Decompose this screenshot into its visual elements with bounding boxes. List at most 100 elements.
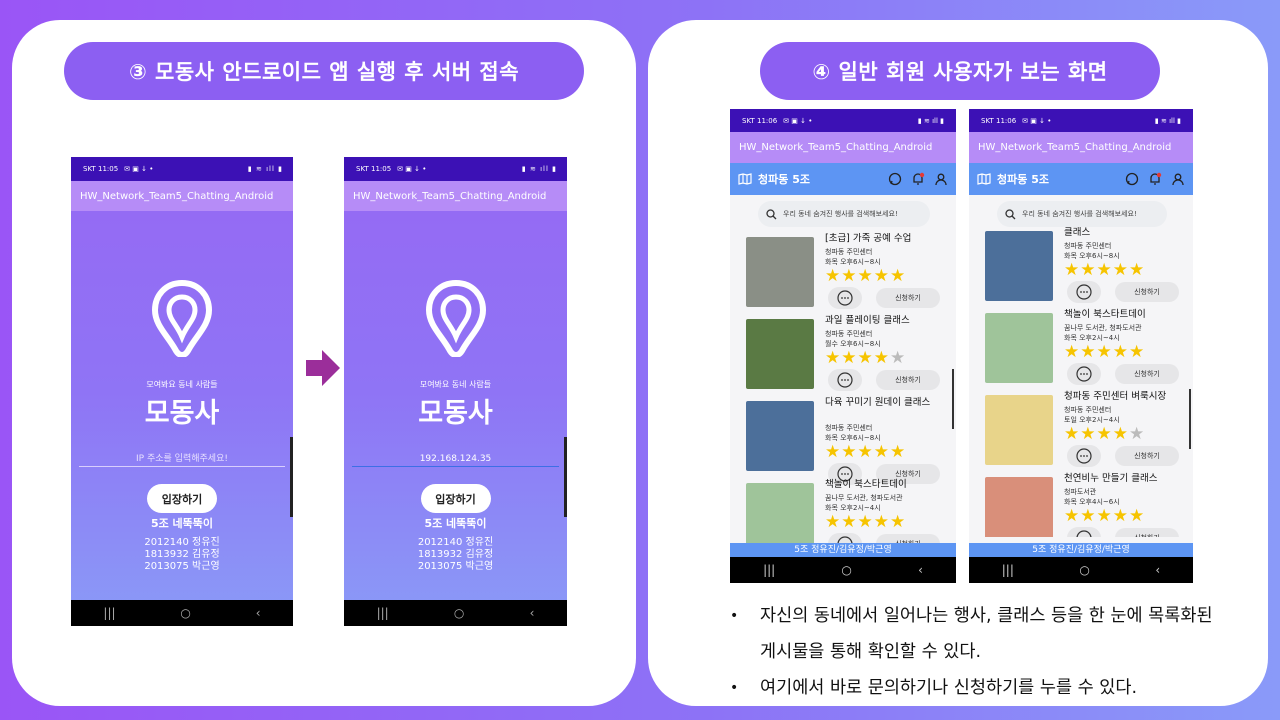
search-input[interactable]: 우리 동네 숨겨진 행사를 검색해보세요! xyxy=(997,201,1167,227)
status-bar: SKT 11:06 ✉ ▣ ↓ • ▮ ≋ ıll ▮ xyxy=(969,109,1193,132)
inquiry-button[interactable] xyxy=(1067,527,1101,537)
star-icon: ★ xyxy=(1080,260,1097,280)
home-icon[interactable]: ○ xyxy=(1079,563,1089,577)
user-icon[interactable] xyxy=(934,172,948,186)
apply-button[interactable]: 신청하기 xyxy=(1115,446,1179,466)
home-icon[interactable]: ○ xyxy=(841,563,851,577)
apply-button[interactable]: 신청하기 xyxy=(1115,528,1179,537)
chat-icon[interactable] xyxy=(1125,172,1139,186)
star-icon: ★ xyxy=(1080,342,1097,362)
star-icon: ★ xyxy=(1112,342,1129,362)
chat-bubble-icon xyxy=(1067,366,1101,389)
inquiry-button[interactable] xyxy=(828,287,862,309)
location-label: 청파동 5조 xyxy=(997,173,1049,186)
bell-icon[interactable] xyxy=(911,172,925,186)
star-icon: ★ xyxy=(873,512,890,532)
recent-apps-icon[interactable]: ||| xyxy=(1002,563,1014,577)
location-bar: 청파동 5조 xyxy=(730,163,956,195)
event-thumbnail[interactable] xyxy=(746,237,814,307)
bell-icon[interactable] xyxy=(1148,172,1162,186)
home-icon[interactable]: ○ xyxy=(454,606,464,620)
inquiry-button[interactable] xyxy=(1067,445,1101,467)
star-icon: ★ xyxy=(1080,424,1097,444)
rating-stars: ★★★★★ xyxy=(1064,261,1145,279)
inquiry-button[interactable] xyxy=(828,533,862,543)
back-icon[interactable]: ‹ xyxy=(256,606,261,620)
star-icon: ★ xyxy=(1096,342,1113,362)
ip-address-input[interactable]: IP 주소를 입력해주세요! xyxy=(79,451,285,467)
recent-apps-icon[interactable]: ||| xyxy=(377,606,389,620)
rating-stars: ★★★★★ xyxy=(825,349,906,367)
rating-stars: ★★★★★ xyxy=(825,267,906,285)
list-item: [초급] 가죽 공예 수업 청파동 주민센터 화목 오후6시~8시 ★★★★★ 신청하기 xyxy=(730,233,956,315)
event-thumbnail[interactable] xyxy=(746,401,814,471)
user-icon[interactable] xyxy=(1171,172,1185,186)
enter-button[interactable]: 입장하기 xyxy=(147,484,217,513)
event-title: [초급] 가죽 공예 수업 xyxy=(825,233,912,244)
chat-icon[interactable] xyxy=(888,172,902,186)
bullet-item: 여기에서 바로 문의하기나 신청하기를 누를 수 있다. xyxy=(730,670,1220,706)
event-title: 책놀이 북스타트데이 xyxy=(1064,309,1146,320)
rating-stars: ★★★★★ xyxy=(825,513,906,531)
inquiry-button[interactable] xyxy=(1067,363,1101,385)
apply-button[interactable]: 신청하기 xyxy=(1115,364,1179,384)
list-item: 다육 꾸미기 원데이 클래스 청파동 주민센터 화목 오후6시~8시 ★★★★★ 신청하… xyxy=(730,397,956,485)
star-icon: ★ xyxy=(1129,424,1146,444)
back-icon[interactable]: ‹ xyxy=(918,563,923,577)
search-input[interactable]: 우리 동네 숨겨진 행사를 검색해보세요! xyxy=(758,201,930,227)
event-thumbnail[interactable] xyxy=(746,483,814,543)
event-title: 천연비누 만들기 클래스 xyxy=(1064,473,1158,484)
home-icon[interactable]: ○ xyxy=(180,606,190,620)
star-icon: ★ xyxy=(890,442,907,462)
apply-button[interactable]: 신청하기 xyxy=(1115,282,1179,302)
scrollbar[interactable] xyxy=(952,369,954,429)
star-icon: ★ xyxy=(1112,260,1129,280)
status-time: SKT 11:05 xyxy=(356,165,392,173)
event-thumbnail[interactable] xyxy=(985,395,1053,465)
map-icon[interactable] xyxy=(977,173,991,185)
app-title-bar: HW_Network_Team5_Chatting_Android xyxy=(969,132,1193,163)
inquiry-button[interactable] xyxy=(1067,281,1101,303)
enter-button[interactable]: 입장하기 xyxy=(420,484,491,513)
back-icon[interactable]: ‹ xyxy=(1155,563,1160,577)
star-icon: ★ xyxy=(857,512,874,532)
list-item: 청파동 주민센터 벼룩시장 청파동 주민센터 토일 오후2시~4시 ★★★★★ 신청하기 xyxy=(969,391,1193,473)
list-item: 책놀이 북스타트데이꿈나무 도서관, 청파도서관화목 오후2시~4시★★★★★신… xyxy=(730,479,956,543)
search-placeholder: 우리 동네 숨겨진 행사를 검색해보세요! xyxy=(783,210,898,218)
event-thumbnail[interactable] xyxy=(985,477,1053,537)
scrollbar[interactable] xyxy=(1189,389,1191,449)
apply-button[interactable]: 신청하기 xyxy=(876,288,940,308)
search-icon xyxy=(1005,208,1016,219)
inquiry-button[interactable] xyxy=(828,369,862,391)
footer-credit: 5조 정유진/김유정/박근영 xyxy=(730,543,956,557)
back-icon[interactable]: ‹ xyxy=(530,606,535,620)
event-thumbnail[interactable] xyxy=(985,313,1053,383)
signal-icons: ▮ ≋ ıll ▮ xyxy=(247,165,283,173)
chat-bubble-icon xyxy=(1067,448,1101,471)
app-tagline: 모여봐요 동네 사람들 xyxy=(146,380,218,389)
apply-button[interactable]: 신청하기 xyxy=(876,534,940,543)
status-bar: SKT 11:05 ✉ ▣ ↓ • ▮ ≋ ıll ▮ xyxy=(344,157,567,181)
location-bar: 청파동 5조 xyxy=(969,163,1193,195)
list-item: 클래스 청파동 주민센터 화목 오후6시~8시 ★★★★★ 신청하기 xyxy=(969,227,1193,309)
status-time: SKT 11:06 xyxy=(981,116,1017,125)
android-nav-bar: ||| ○ ‹ xyxy=(730,557,956,583)
recent-apps-icon[interactable]: ||| xyxy=(763,563,775,577)
rating-stars: ★★★★★ xyxy=(1064,507,1145,525)
edge-scroll-indicator xyxy=(290,437,293,517)
event-title: 과일 플레이팅 클래스 xyxy=(825,315,910,326)
event-title: 책놀이 북스타트데이 xyxy=(825,479,907,490)
star-icon: ★ xyxy=(825,348,842,368)
apply-button[interactable]: 신청하기 xyxy=(876,370,940,390)
ip-address-input[interactable]: 192.168.124.35 xyxy=(352,451,559,467)
status-bar: SKT 11:06 ✉ ▣ ↓ • ▮ ≋ ıll ▮ xyxy=(730,109,956,132)
event-thumbnail[interactable] xyxy=(746,319,814,389)
star-icon: ★ xyxy=(857,442,874,462)
event-thumbnail[interactable] xyxy=(985,231,1053,301)
map-icon[interactable] xyxy=(738,173,752,185)
star-icon: ★ xyxy=(857,348,874,368)
star-icon: ★ xyxy=(890,348,907,368)
right-section-heading: ④ 일반 회원 사용자가 보는 화면 xyxy=(760,42,1160,100)
list-item: 천연비누 만들기 클래스청파도서관화목 오후4시~6시★★★★★신청하기 xyxy=(969,473,1193,537)
recent-apps-icon[interactable]: ||| xyxy=(103,606,115,620)
